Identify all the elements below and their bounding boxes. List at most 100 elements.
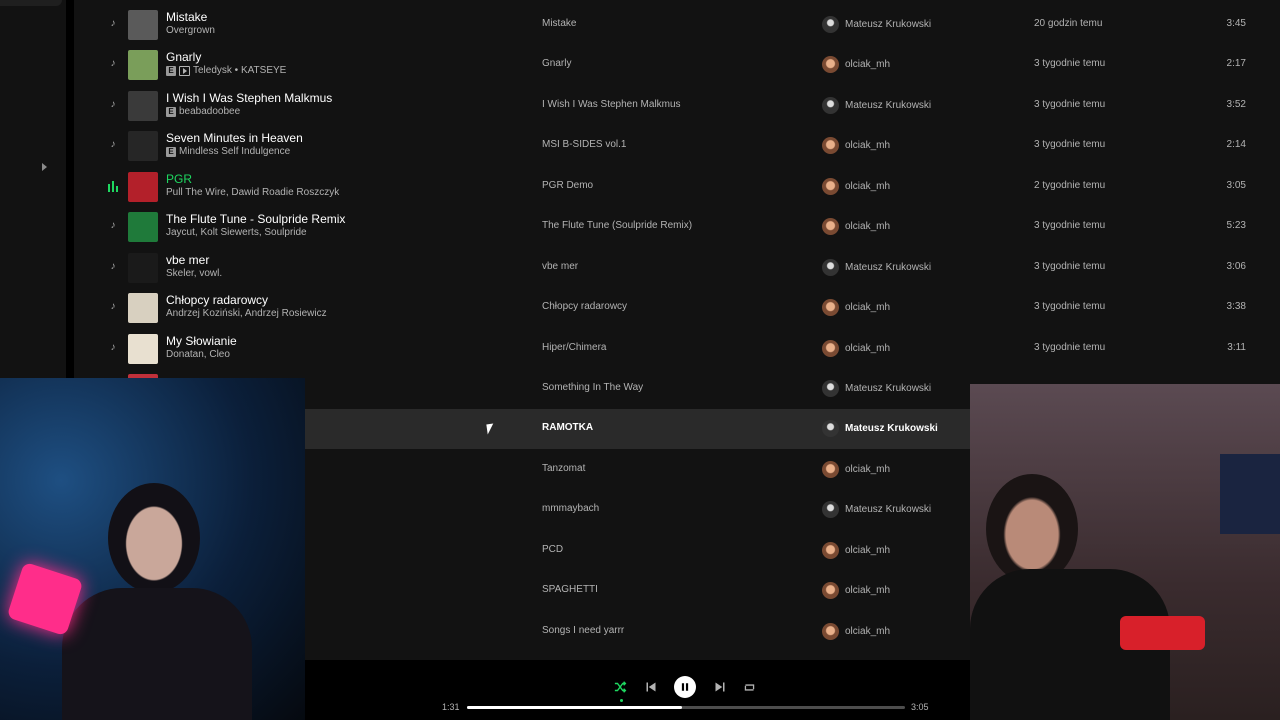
added-by-name[interactable]: Mateusz Krukowski bbox=[845, 262, 931, 273]
added-by[interactable]: Mateusz Krukowski bbox=[822, 380, 931, 397]
album-name[interactable]: Tanzomat bbox=[542, 463, 585, 474]
album-name[interactable]: I Wish I Was Stephen Malkmus bbox=[542, 99, 681, 110]
album-cover bbox=[128, 293, 158, 323]
added-by[interactable]: olciak_mh bbox=[822, 340, 890, 357]
added-by[interactable]: olciak_mh bbox=[822, 582, 890, 599]
album-name[interactable]: vbe mer bbox=[542, 261, 578, 272]
artist-names[interactable]: Andrzej Koziński, Andrzej Rosiewicz bbox=[166, 308, 327, 319]
user-avatar bbox=[822, 501, 839, 518]
shuffle-icon bbox=[614, 681, 627, 693]
added-by-name[interactable]: olciak_mh bbox=[845, 626, 890, 637]
track-title[interactable]: PGR bbox=[166, 172, 192, 186]
added-by[interactable]: Mateusz Krukowski bbox=[822, 259, 931, 276]
added-by-name[interactable]: Mateusz Krukowski bbox=[845, 383, 931, 394]
track-artist[interactable]: Skeler, vowl. bbox=[166, 268, 222, 279]
album-name[interactable]: Hiper/Chimera bbox=[542, 342, 606, 353]
album-name[interactable]: PGR Demo bbox=[542, 180, 593, 191]
added-by[interactable]: olciak_mh bbox=[822, 623, 890, 640]
added-by-name[interactable]: olciak_mh bbox=[845, 181, 890, 192]
expand-library-icon[interactable] bbox=[42, 163, 47, 171]
artist-names[interactable]: Pull The Wire, Dawid Roadie Roszczyk bbox=[166, 187, 339, 198]
user-avatar bbox=[822, 582, 839, 599]
added-by[interactable]: olciak_mh bbox=[822, 542, 890, 559]
added-by-name[interactable]: olciak_mh bbox=[845, 59, 890, 70]
track-artist[interactable]: E Teledysk • KATSEYE bbox=[166, 65, 286, 76]
artist-names[interactable]: Jaycut, Kolt Siewerts, Soulpride bbox=[166, 227, 307, 238]
added-by[interactable]: Mateusz Krukowski bbox=[822, 420, 938, 437]
artist-names[interactable]: Mindless Self Indulgence bbox=[179, 146, 290, 157]
artist-names[interactable]: beabadoobee bbox=[179, 106, 240, 117]
added-by-name[interactable]: Mateusz Krukowski bbox=[845, 19, 931, 30]
track-artist[interactable]: Jaycut, Kolt Siewerts, Soulpride bbox=[166, 227, 307, 238]
added-by[interactable]: Mateusz Krukowski bbox=[822, 501, 931, 518]
artist-names[interactable]: Overgrown bbox=[166, 25, 215, 36]
album-name[interactable]: Mistake bbox=[542, 18, 576, 29]
added-by-name[interactable]: olciak_mh bbox=[845, 464, 890, 475]
repeat-icon bbox=[744, 683, 754, 691]
added-by-name[interactable]: olciak_mh bbox=[845, 302, 890, 313]
album-name[interactable]: MSI B-SIDES vol.1 bbox=[542, 139, 626, 150]
album-name[interactable]: SPAGHETTI bbox=[542, 584, 598, 595]
artist-names[interactable]: Skeler, vowl. bbox=[166, 268, 222, 279]
added-by[interactable]: Mateusz Krukowski bbox=[822, 16, 931, 33]
added-by-name[interactable]: olciak_mh bbox=[845, 221, 890, 232]
track-artist[interactable]: Andrzej Koziński, Andrzej Rosiewicz bbox=[166, 308, 327, 319]
track-number bbox=[107, 301, 119, 312]
track-row[interactable]: GnarlyETeledysk • KATSEYEGnarlyolciak_mh… bbox=[74, 45, 1280, 85]
added-by-name[interactable]: olciak_mh bbox=[845, 585, 890, 596]
shuffle-button[interactable] bbox=[610, 676, 632, 702]
album-name[interactable]: mmmaybach bbox=[542, 503, 599, 514]
album-name[interactable]: Gnarly bbox=[542, 58, 571, 69]
repeat-button[interactable] bbox=[738, 676, 760, 698]
track-artist[interactable]: Ebeabadoobee bbox=[166, 106, 240, 117]
added-by[interactable]: olciak_mh bbox=[822, 218, 890, 235]
artist-names[interactable]: Donatan, Cleo bbox=[166, 349, 230, 360]
previous-button[interactable] bbox=[640, 676, 662, 698]
added-by[interactable]: olciak_mh bbox=[822, 137, 890, 154]
added-by[interactable]: olciak_mh bbox=[822, 56, 890, 73]
track-row[interactable]: MistakeOvergrownMistakeMateusz Krukowski… bbox=[74, 5, 1280, 45]
track-artist[interactable]: E Mindless Self Indulgence bbox=[166, 146, 290, 157]
added-by-name[interactable]: olciak_mh bbox=[845, 545, 890, 556]
added-by-name[interactable]: olciak_mh bbox=[845, 140, 890, 151]
track-artist[interactable]: Pull The Wire, Dawid Roadie Roszczyk bbox=[166, 187, 339, 198]
next-button[interactable] bbox=[709, 676, 731, 698]
track-row[interactable]: PGR Pull The Wire, Dawid Roadie Roszczyk P… bbox=[74, 167, 1280, 207]
track-title[interactable]: Mistake bbox=[166, 10, 207, 24]
user-avatar bbox=[822, 97, 839, 114]
album-name[interactable]: RAMOTKA bbox=[542, 422, 593, 433]
track-title[interactable]: The Flute Tune - Soulpride Remix bbox=[166, 212, 345, 226]
album-name[interactable]: PCD bbox=[542, 544, 563, 555]
track-row[interactable]: The Flute Tune - Soulpride RemixJaycut, … bbox=[74, 207, 1280, 247]
album-name[interactable]: Something In The Way bbox=[542, 382, 643, 393]
track-row[interactable]: My SłowianieDonatan, Cleo Hiper/Chimera ol… bbox=[74, 329, 1280, 369]
album-name[interactable]: Songs I need yarrr bbox=[542, 625, 624, 636]
track-title[interactable]: Seven Minutes in Heaven bbox=[166, 131, 303, 145]
track-title[interactable]: vbe mer bbox=[166, 253, 209, 267]
added-by[interactable]: olciak_mh bbox=[822, 299, 890, 316]
album-name[interactable]: The Flute Tune (Soulpride Remix) bbox=[542, 220, 692, 231]
progress-bar[interactable] bbox=[467, 706, 905, 709]
track-row[interactable]: Seven Minutes in HeavenEMindless Self In… bbox=[74, 126, 1280, 166]
track-row[interactable]: vbe merSkeler, vowl.vbe merMateusz Kruko… bbox=[74, 248, 1280, 288]
track-artist[interactable]: Donatan, Cleo bbox=[166, 349, 230, 360]
added-by-name[interactable]: Mateusz Krukowski bbox=[845, 504, 931, 515]
track-title[interactable]: Gnarly bbox=[166, 50, 201, 64]
date-added: 20 godzin temu bbox=[1034, 18, 1103, 29]
album-name[interactable]: Chłopcy radarowcy bbox=[542, 301, 627, 312]
track-title[interactable]: My Słowianie bbox=[166, 334, 237, 348]
added-by-name[interactable]: olciak_mh bbox=[845, 343, 890, 354]
total-time: 3:05 bbox=[911, 702, 929, 712]
track-row[interactable]: I Wish I Was Stephen MalkmusEbeabadoobee… bbox=[74, 86, 1280, 126]
artist-names[interactable]: Teledysk • KATSEYE bbox=[193, 65, 286, 76]
pause-button[interactable] bbox=[674, 676, 696, 698]
added-by[interactable]: Mateusz Krukowski bbox=[822, 97, 931, 114]
track-row[interactable]: Chłopcy radarowcyAndrzej Koziński, Andrz… bbox=[74, 288, 1280, 328]
track-title[interactable]: I Wish I Was Stephen Malkmus bbox=[166, 91, 332, 105]
track-artist[interactable]: Overgrown bbox=[166, 25, 215, 36]
added-by[interactable]: olciak_mh bbox=[822, 178, 890, 195]
track-title[interactable]: Chłopcy radarowcy bbox=[166, 293, 268, 307]
added-by-name[interactable]: Mateusz Krukowski bbox=[845, 100, 931, 111]
added-by[interactable]: olciak_mh bbox=[822, 461, 890, 478]
added-by-name[interactable]: Mateusz Krukowski bbox=[845, 423, 938, 434]
